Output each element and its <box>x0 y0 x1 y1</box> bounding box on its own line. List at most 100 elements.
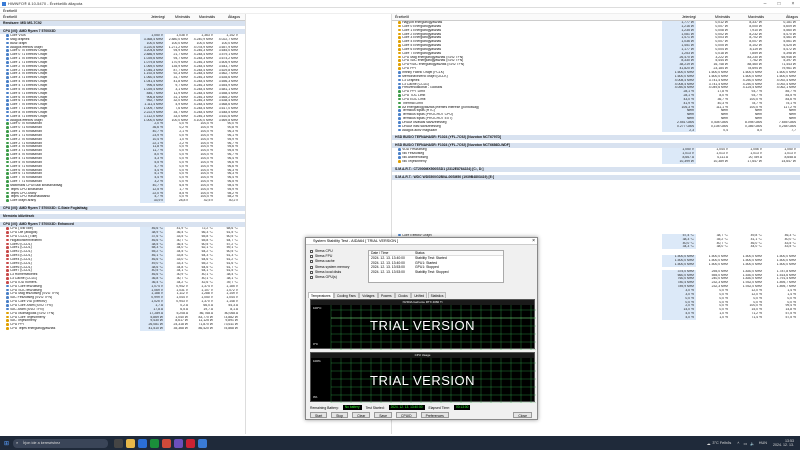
tab-clocks[interactable]: Clocks <box>395 292 411 298</box>
column-header[interactable]: Maximális <box>190 15 215 19</box>
sensor-label: NB Feszültség <box>402 152 425 156</box>
sensor-icon <box>6 265 9 269</box>
sensor-icon <box>6 99 9 102</box>
sensor-value <box>662 164 696 167</box>
tab-voltages[interactable]: Voltages <box>359 292 378 298</box>
tab-powers[interactable]: Powers <box>378 292 395 298</box>
clear-button[interactable]: Clear <box>352 412 371 418</box>
start-button[interactable]: Start <box>310 412 328 418</box>
sensor-icon <box>6 157 9 160</box>
stress-options: Stress CPU Stress FPU Stress cache Stress s… <box>310 249 362 280</box>
weather-icon[interactable]: ☁ <box>707 441 711 446</box>
store-icon[interactable] <box>150 438 160 448</box>
column-header[interactable]: Maximális <box>730 15 764 19</box>
language-indicator[interactable]: HUN <box>759 441 767 445</box>
stress-checkbox[interactable] <box>310 270 313 274</box>
tab-unified[interactable]: Unified <box>411 292 428 298</box>
sensor-label: Core 3 T1 Kihasznált <box>10 149 42 153</box>
column-header[interactable]: Átlagos <box>215 15 240 19</box>
stop-button[interactable]: Stop <box>331 412 349 418</box>
windows-start-icon[interactable]: ⊞ <box>4 440 9 447</box>
column-header[interactable]: Átlagos <box>764 15 798 19</box>
sensor-label: CPU Die (átlagos) <box>10 230 38 235</box>
sensor-icon <box>398 101 401 105</box>
sensor-label: Core1 (CCD1) <box>10 246 32 250</box>
network-icon[interactable]: ▭ <box>743 441 747 446</box>
sensor-value <box>662 172 696 175</box>
column-header[interactable]: Érzékelő <box>0 15 140 19</box>
sensor-label: Core 0 Energiafogyasztás <box>402 24 442 29</box>
sensor-value <box>730 140 764 143</box>
sensor-icon <box>6 37 9 41</box>
tab-cooling-fans[interactable]: Cooling Fans <box>334 292 359 298</box>
file-explorer-icon[interactable] <box>126 438 136 448</box>
stress-checkbox[interactable] <box>310 255 313 259</box>
sensor-label: Termikus fojtás (PROCHOT CPU) <box>402 113 453 117</box>
chrome-icon[interactable] <box>162 438 172 448</box>
column-header[interactable]: Érzékelő <box>392 15 662 19</box>
button-spacer <box>453 412 509 418</box>
sensor-label: CPU Core Teljesítmény <box>10 315 46 319</box>
aida64-icon[interactable] <box>186 438 196 448</box>
dialog-close-icon[interactable]: × <box>532 238 535 245</box>
task-view-icon[interactable] <box>114 438 124 448</box>
sensor-label: CPU (Tctl/Tdie) <box>10 227 34 231</box>
sensor-label: CPU Teljes energiafogyasztás <box>10 327 56 331</box>
close-icon[interactable]: × <box>786 0 800 8</box>
sensor-label: CPU PPT <box>402 67 417 71</box>
sensor-label: Core 4 Energiafogyasztás <box>402 40 442 44</box>
left-sensor-pane[interactable]: Érzékelő Jelenlegi Minimális Maximális Átlag… <box>0 14 245 434</box>
column-header[interactable]: Jelenlegi <box>662 15 696 19</box>
app-icon-2[interactable] <box>174 438 184 448</box>
sensor-icon <box>398 82 401 86</box>
stress-checkbox[interactable] <box>310 260 313 264</box>
edge-icon[interactable] <box>138 438 148 448</box>
system-tray: ☁ 3°C Felhős ˄ ▭ 🔈 HUN 13:53 2024. 12. 1… <box>707 439 800 448</box>
dialog-buttons: Start Stop Clear Save CPUID Preferences … <box>310 412 536 419</box>
sensor-icon <box>6 261 9 265</box>
stress-option[interactable]: Stress GPU(s) <box>310 275 362 280</box>
sensor-icon <box>6 164 9 168</box>
sensor-label: Maximális CPU/Szál kihasználtság <box>10 183 63 188</box>
menu-sensor[interactable]: Érzékelő <box>3 9 17 13</box>
tab-temperatures[interactable]: Temperatures <box>308 292 334 298</box>
volume-icon[interactable]: 🔈 <box>750 441 755 446</box>
sensor-label: Teljes CPU kihasznált <box>10 187 43 191</box>
sensor-label: CPU [#0]: AMD Ryzen 7 5700X3D: C-State F… <box>3 206 88 211</box>
minimize-icon[interactable]: – <box>758 0 772 8</box>
sensor-icon <box>6 195 9 199</box>
sensor-label: Mag órajelek <box>10 37 30 42</box>
sensor-label: Core 1 T1 Kihasznált <box>10 133 42 138</box>
maximize-icon[interactable]: □ <box>772 0 786 8</box>
column-header[interactable]: Minimális <box>696 15 730 19</box>
stress-checkbox[interactable] <box>310 250 313 254</box>
sensor-label: Core 8 T0 Effektív Órajel <box>10 110 48 115</box>
save-button[interactable]: Save <box>374 412 392 418</box>
sensor-label: Core 5 T1 Kihasznált <box>10 164 42 168</box>
taskbar-search[interactable]: ⌕ Írjon ide a kereséshez <box>13 438 109 448</box>
sensor-label: S.M.A.R.T.: CT2000MX500SSD1 (2312E876422… <box>395 166 484 171</box>
stress-checkbox[interactable] <box>310 276 313 280</box>
sensor-label: Core 4 T1 Kihasznált <box>10 157 42 161</box>
sensor-label: Átlagos effektív órajel <box>10 118 43 122</box>
sensor-value <box>696 164 730 167</box>
column-header[interactable]: Minimális <box>165 15 190 19</box>
sensor-label: CPU CCD1 (Tdie) <box>10 234 38 238</box>
cpuid-button[interactable]: CPUID <box>396 412 417 418</box>
column-header[interactable]: Jelenlegi <box>140 15 165 19</box>
sensor-label: Hagyott energiafogyasztás <box>402 21 443 25</box>
sensor-value <box>764 132 798 135</box>
preferences-button[interactable]: Preferences <box>420 412 449 418</box>
hwinfo-icon[interactable] <box>198 438 208 448</box>
sensor-label: Core 2 T1 Kihasznált <box>10 141 42 145</box>
sensor-label: CPU Core Áram (SVI2 TFN) <box>10 304 53 308</box>
stress-checkbox[interactable] <box>310 265 313 269</box>
sensor-label: NB Teljesítmény <box>402 160 427 164</box>
clock[interactable]: 13:53 2024. 12. 13. <box>773 439 794 448</box>
dialog-close-button[interactable]: Close <box>513 412 532 418</box>
sensor-icon <box>6 280 9 284</box>
sensor-label: HSD BUS/O TEFNAHASR: F1024 (YFL-7C92) [N… <box>395 143 510 148</box>
tray-chevron-icon[interactable]: ˄ <box>737 441 739 445</box>
tab-statistics[interactable]: Statistics <box>427 292 447 298</box>
sensor-row[interactable]: CPU Teljes energiafogyasztás 41,510 W 35,3… <box>0 327 245 331</box>
